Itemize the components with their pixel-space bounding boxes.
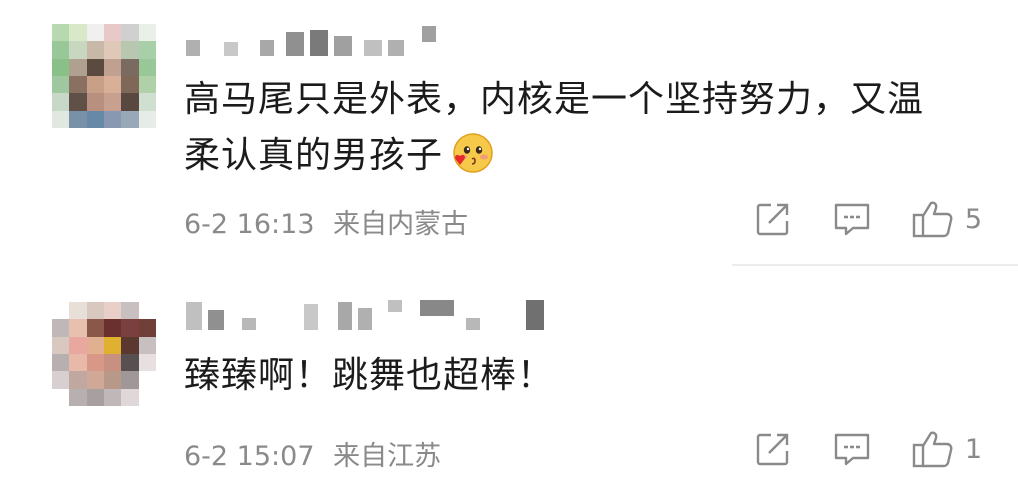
comment-actions: 1	[715, 428, 982, 470]
comment-text-line: 柔认真的男孩子	[184, 128, 984, 184]
reply-button[interactable]	[831, 429, 873, 469]
comment-icon	[834, 433, 870, 466]
like-count: 1	[964, 433, 982, 465]
comment-date: 6-2 15:07	[184, 441, 315, 472]
username-pixelated[interactable]	[186, 300, 544, 330]
reply-button[interactable]	[831, 199, 873, 239]
thumbs-up-icon	[912, 431, 953, 468]
comment-date: 6-2 16:13	[184, 209, 315, 240]
username-pixelated[interactable]	[186, 26, 436, 56]
comment-text-line: 高马尾只是外表，内核是一个坚持努力，又温	[184, 79, 925, 120]
share-icon	[756, 203, 789, 236]
share-icon	[756, 433, 789, 466]
comment-text: 高马尾只是外表，内核是一个坚持努力，又温 柔认真的男孩子	[184, 72, 984, 184]
comment-meta: 6-2 16:13 来自内蒙古	[184, 202, 468, 241]
comment-actions: 5	[715, 198, 982, 240]
thumbs-up-icon	[912, 201, 953, 238]
share-button[interactable]	[753, 199, 793, 239]
share-button[interactable]	[753, 429, 793, 469]
comment-item: 高马尾只是外表，内核是一个坚持努力，又温 柔认真的男孩子 6-2 16:13 来…	[0, 0, 1018, 265]
comment-meta: 6-2 15:07 来自江苏	[184, 434, 441, 473]
like-button[interactable]: 5	[911, 198, 982, 240]
smiling-face-blowing-kiss-emoji	[453, 133, 493, 173]
avatar[interactable]	[52, 302, 156, 406]
avatar[interactable]	[52, 24, 156, 128]
like-button[interactable]: 1	[911, 428, 982, 470]
comment-location: 来自内蒙古	[333, 209, 469, 240]
comment-text-line2: 柔认真的男孩子	[184, 135, 444, 176]
comment-location: 来自江苏	[333, 441, 442, 472]
comment-icon	[834, 203, 870, 236]
comment-text: 臻臻啊！跳舞也超棒！	[184, 355, 555, 396]
comment-item: 臻臻啊！跳舞也超棒！ 6-2 15:07 来自江苏 1	[0, 266, 1018, 484]
like-count: 5	[964, 203, 982, 235]
